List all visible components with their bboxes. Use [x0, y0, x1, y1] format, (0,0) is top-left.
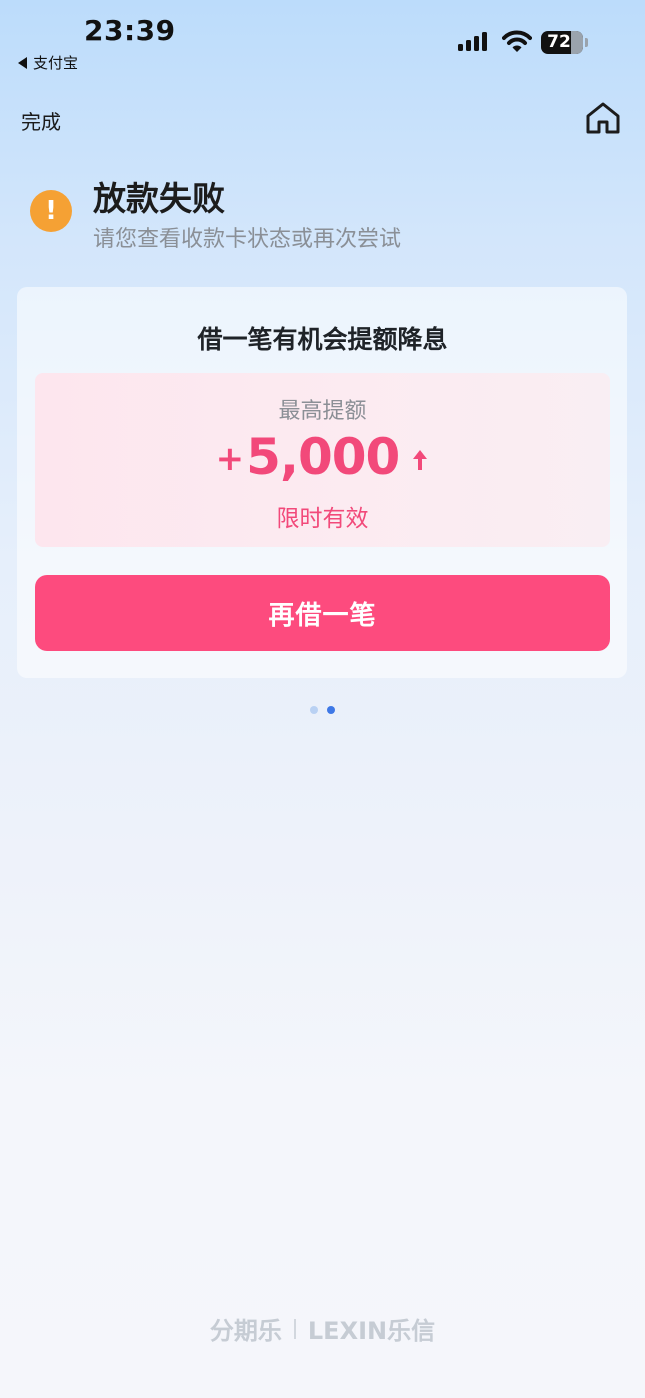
brand-divider: [293, 1318, 296, 1339]
wifi-icon: [502, 30, 532, 52]
footer-brand: 分期乐 LEXIN乐信: [0, 1311, 645, 1346]
pager-dot[interactable]: [310, 706, 318, 714]
pager-dot-active[interactable]: [327, 706, 335, 714]
promo-amount-plus: +: [215, 439, 245, 479]
result-subtitle: 请您查看收款卡状态或再次尝试: [93, 227, 402, 252]
status-time: 23:39: [84, 14, 176, 47]
battery-icon: 72: [541, 31, 583, 54]
arrow-up-icon: [413, 450, 428, 470]
promo-amount: + 5,000: [0, 428, 645, 486]
done-button[interactable]: 完成: [21, 106, 61, 135]
warning-icon: !: [30, 190, 72, 232]
promo-label: 最高提额: [278, 399, 367, 424]
battery-tip: [585, 38, 588, 47]
battery-level: 72: [547, 32, 571, 52]
home-icon[interactable]: [584, 100, 622, 136]
back-triangle-icon: [18, 56, 27, 69]
brand-fenqile: 分期乐: [209, 1317, 282, 1345]
pager-dots: [310, 706, 335, 714]
result-title: 放款失败: [93, 179, 225, 218]
brand-lexin: LEXIN乐信: [307, 1317, 436, 1345]
borrow-again-button[interactable]: 再借一笔: [35, 575, 610, 651]
promo-note: 限时有效: [276, 506, 369, 532]
cellular-signal-icon: [458, 32, 487, 51]
promo-amount-value: 5,000: [246, 428, 400, 486]
back-to-app-link[interactable]: 支付宝: [18, 52, 78, 73]
promo-card-title: 借一笔有机会提额降息: [197, 325, 448, 354]
back-app-label: 支付宝: [33, 54, 79, 72]
